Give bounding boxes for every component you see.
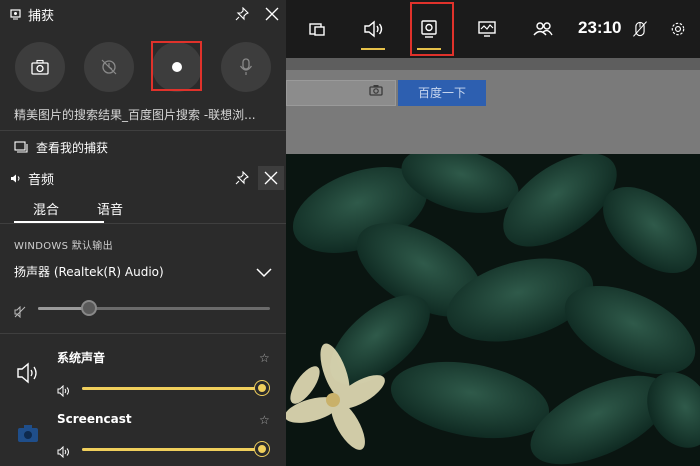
capture-widget: 捕获 精美图片的搜索结果_百度图片搜索 -联想浏... 查看我的捕获 [0,0,286,163]
xbox-social-icon [533,22,553,36]
master-volume-thumb[interactable] [81,300,97,316]
record-last-30s-button[interactable] [84,42,134,92]
screencast-app-icon [16,423,40,443]
app-name-system-sounds: 系统声音 [57,351,106,365]
screencast-volume-fill [82,448,262,451]
browser-toolbar [286,58,700,70]
audio-title: 音频 [28,172,55,188]
widget-menu-icon [309,23,325,36]
settings-button[interactable] [658,0,698,58]
master-divider [0,333,286,334]
capture-title: 捕获 [28,8,55,24]
default-output-label: WINDOWS 默认输出 [14,241,113,252]
capture-header: 捕获 [0,0,286,28]
widget-menu-button[interactable] [292,0,342,58]
tabs-divider [0,223,286,224]
system-sounds-icon [16,362,40,384]
audio-active-indicator [361,48,385,50]
screencast-volume-thumb[interactable] [255,442,269,456]
game-bar-top: 23:10 [286,0,700,58]
capture-button-highlight [410,2,454,56]
mouse-lock-button[interactable] [622,0,658,58]
microphone-toggle-button[interactable] [221,42,271,92]
app-volume-icon[interactable] [57,443,71,459]
close-icon [265,7,279,21]
baidu-search-button[interactable]: 百度一下 [398,80,486,106]
audio-header: 音频 [0,163,286,193]
audio-pin-button[interactable] [232,168,252,188]
audio-icon [364,20,383,38]
view-captures-label: 查看我的捕获 [36,140,109,155]
system-sounds-volume-thumb[interactable] [255,381,269,395]
performance-icon [478,21,496,37]
settings-icon [671,22,685,36]
gallery-icon [14,141,28,153]
tab-mix[interactable]: 混合 [33,199,59,218]
tab-voice[interactable]: 语音 [97,199,123,218]
capture-target-description: 精美图片的搜索结果_百度图片搜索 -联想浏... [14,108,256,122]
chevron-down-icon[interactable] [256,263,272,282]
app-volume-icon[interactable] [57,382,71,398]
microphone-icon [240,58,252,75]
pin-button[interactable] [232,4,252,24]
audio-widget: 音频 混合 语音 WINDOWS 默认输出 扬声器 (Realtek(R) Au… [0,163,286,466]
browser-window: 百度一下 [286,58,700,154]
audio-close-button[interactable] [258,166,284,190]
audio-widget-button[interactable] [348,0,398,58]
pin-icon [235,7,249,21]
app-name-screencast: Screencast [57,412,132,426]
capture-header-icon [8,7,22,21]
close-button[interactable] [262,4,282,24]
output-device-select[interactable]: 扬声器 (Realtek(R) Audio) [14,263,164,280]
speaker-muted-icon[interactable] [14,303,28,319]
pin-icon [235,171,249,185]
performance-widget-button[interactable] [462,0,512,58]
clock-time: 23:10 [578,18,622,37]
camera-icon [31,59,49,75]
favorite-star-icon[interactable]: ☆ [259,351,270,365]
audio-tabs: 混合 语音 [0,195,286,223]
xbox-social-button[interactable] [518,0,568,58]
capture-divider [0,130,286,131]
record-button-highlight [151,41,202,91]
record-history-icon [101,59,117,75]
audio-header-icon [8,171,22,185]
camera-search-icon[interactable] [366,83,386,103]
system-sounds-volume-fill [82,387,262,390]
screenshot-button[interactable] [15,42,65,92]
view-my-captures-link[interactable]: 查看我的捕获 [14,137,108,157]
close-icon [264,171,278,185]
mouse-icon [633,21,647,37]
favorite-star-icon[interactable]: ☆ [259,413,270,427]
